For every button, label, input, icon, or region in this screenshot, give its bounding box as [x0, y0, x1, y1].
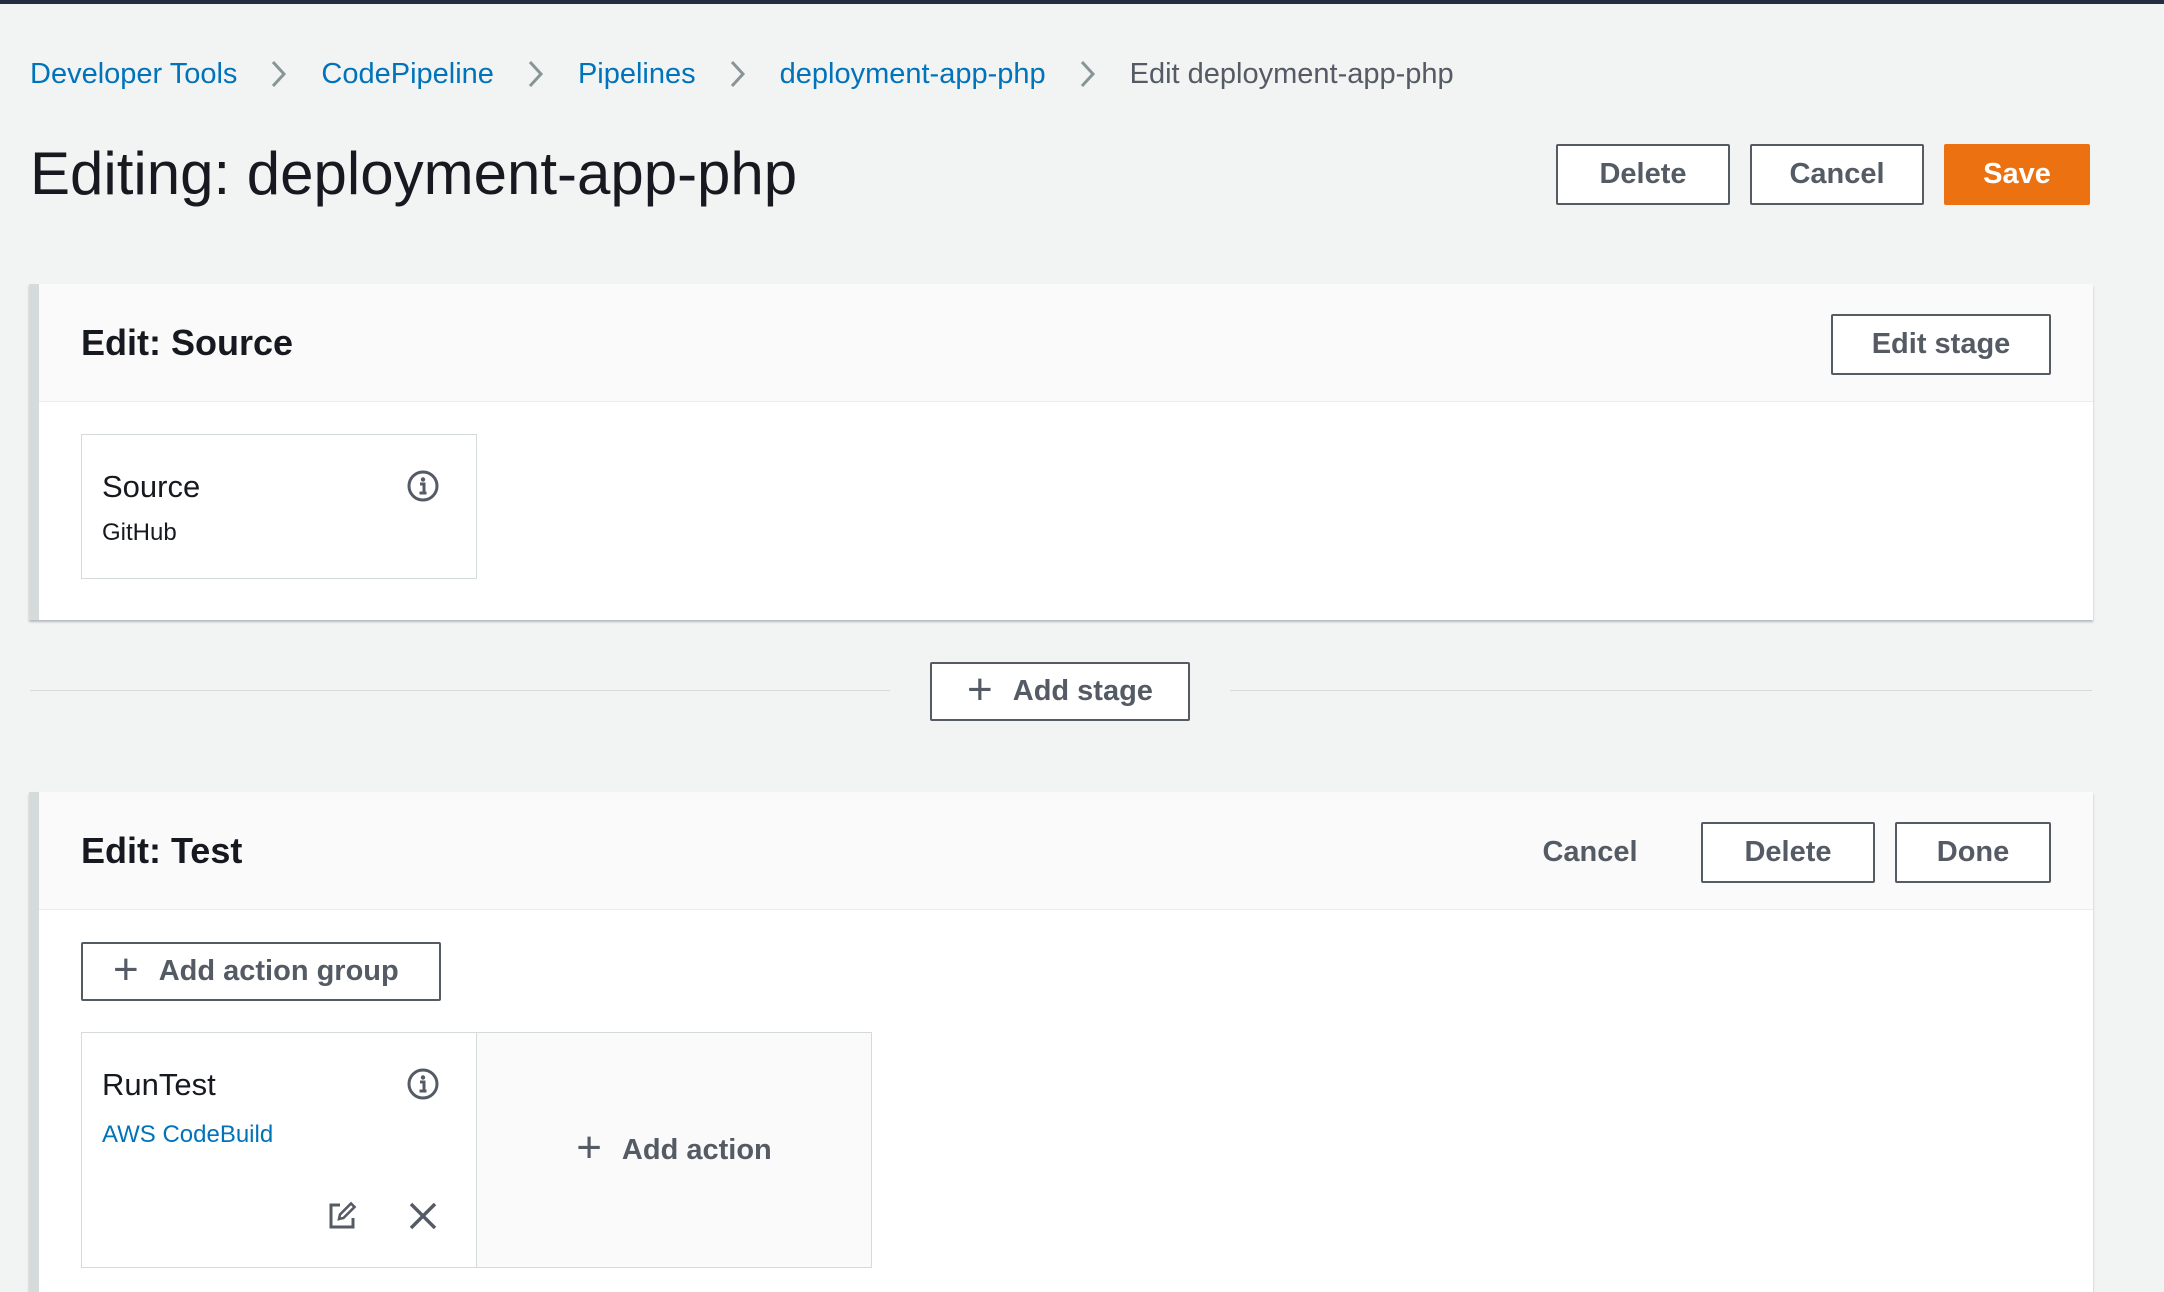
breadcrumb-current: Edit deployment-app-php	[1129, 57, 1454, 90]
stage-title: Edit: Source	[81, 322, 294, 363]
plus-icon: +	[967, 664, 993, 714]
plus-icon: +	[576, 1123, 602, 1172]
action-card-source[interactable]: Source GitHub	[81, 434, 477, 579]
cancel-button[interactable]: Cancel	[1750, 144, 1924, 205]
stage-header: Edit: Source Edit stage	[39, 284, 2093, 402]
add-action-button[interactable]: + Add action	[476, 1032, 872, 1268]
breadcrumb-pipelines[interactable]: Pipelines	[578, 58, 696, 91]
add-action-group-button[interactable]: + Add action group	[81, 942, 441, 1001]
action-name: Source	[102, 469, 201, 504]
breadcrumb: Developer Tools CodePipeline Pipelines d…	[30, 52, 1454, 96]
stage-header: Edit: Test Cancel Delete Done	[39, 792, 2093, 910]
breadcrumb-developer-tools[interactable]: Developer Tools	[30, 58, 237, 91]
action-provider: GitHub	[102, 519, 177, 546]
chevron-right-icon	[724, 52, 752, 96]
breadcrumb-codepipeline[interactable]: CodePipeline	[321, 58, 494, 91]
info-icon[interactable]	[406, 469, 440, 503]
stage-panel-source: Edit: Source Edit stage Source GitHub	[29, 284, 2093, 620]
divider-right	[1230, 690, 2092, 691]
breadcrumb-pipeline-name[interactable]: deployment-app-php	[780, 58, 1046, 91]
chevron-right-icon	[522, 52, 550, 96]
top-bar	[0, 0, 2164, 4]
action-card-runtest[interactable]: RunTest AWS CodeBuild	[81, 1032, 477, 1268]
edit-icon[interactable]	[325, 1199, 359, 1233]
stage-panel-test: Edit: Test Cancel Delete Done + Add acti…	[29, 792, 2093, 1292]
divider-left	[30, 690, 890, 691]
stage-title: Edit: Test	[81, 830, 243, 871]
action-name: RunTest	[102, 1067, 216, 1102]
edit-stage-button[interactable]: Edit stage	[1831, 314, 2051, 375]
delete-pipeline-button[interactable]: Delete	[1556, 144, 1730, 205]
plus-icon: +	[113, 944, 139, 994]
action-provider-link[interactable]: AWS CodeBuild	[102, 1121, 273, 1149]
info-icon[interactable]	[406, 1067, 440, 1101]
add-stage-label: Add stage	[1012, 675, 1153, 707]
add-stage-button[interactable]: + Add stage	[930, 662, 1190, 721]
cancel-stage-edit-button[interactable]: Cancel	[1525, 822, 1655, 883]
chevron-right-icon	[265, 52, 293, 96]
page-title: Editing: deployment-app-php	[30, 140, 798, 207]
close-icon[interactable]	[406, 1199, 440, 1233]
chevron-right-icon	[1074, 52, 1102, 96]
done-button[interactable]: Done	[1895, 822, 2051, 883]
save-button[interactable]: Save	[1944, 144, 2090, 205]
add-action-label: Add action	[621, 1133, 772, 1166]
add-action-group-label: Add action group	[158, 955, 399, 987]
delete-stage-button[interactable]: Delete	[1701, 822, 1875, 883]
